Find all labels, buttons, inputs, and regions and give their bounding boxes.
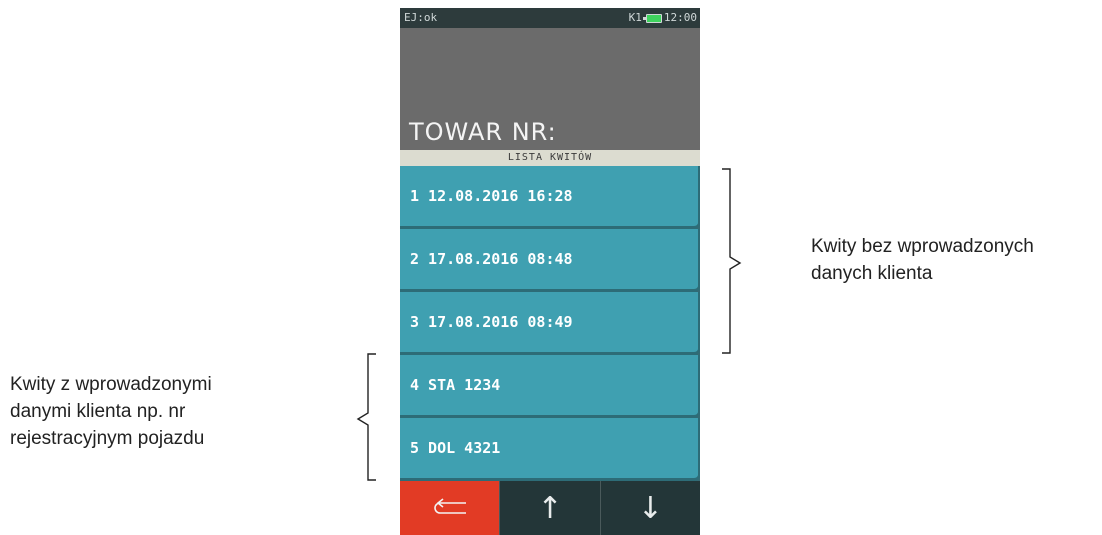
clock: 12:00: [663, 11, 697, 24]
keyboard-indicator: K1: [628, 11, 642, 24]
scroll-up-button[interactable]: ↑: [499, 481, 600, 535]
back-arrow-icon: [433, 498, 466, 514]
annotation-left: Kwity z wprowadzonymi danymi klienta np.…: [10, 371, 212, 452]
annotation-right-line2: danych klienta: [811, 263, 933, 284]
ej-status: EJ:ok: [404, 11, 438, 24]
annotation-right-line1: Kwity bez wprowadzonych: [811, 236, 1034, 257]
scroll-down-button[interactable]: ↓: [599, 481, 700, 535]
list-header: LISTA KWITÓW: [400, 150, 700, 166]
item-number-prompt: TOWAR NR:: [409, 118, 557, 146]
back-button[interactable]: [400, 481, 500, 535]
annotation-left-line2: danymi klienta np. nr: [10, 401, 186, 422]
annotation-right: Kwity bez wprowadzonych danych klienta: [811, 233, 1034, 287]
annotation-left-line1: Kwity z wprowadzonymi: [10, 374, 212, 395]
left-brace: [356, 353, 376, 481]
receipt-item-1[interactable]: 1 12.08.2016 16:28: [400, 166, 700, 229]
fiscal-device-screen: EJ:ok K1 12:00 TOWAR NR: LISTA KWITÓW 1 …: [400, 8, 700, 535]
annotation-left-line3: rejestracyjnym pojazdu: [10, 428, 205, 449]
receipt-item-2[interactable]: 2 17.08.2016 08:48: [400, 229, 700, 292]
receipt-item-4[interactable]: 4 STA 1234: [400, 355, 700, 418]
bottom-toolbar: ↑ ↓: [400, 481, 700, 535]
main-display: TOWAR NR:: [400, 28, 700, 150]
receipt-item-3[interactable]: 3 17.08.2016 08:49: [400, 292, 700, 355]
arrow-up-icon: ↑: [537, 490, 563, 526]
receipt-item-5[interactable]: 5 DOL 4321: [400, 418, 700, 481]
receipt-list: 1 12.08.2016 16:28 2 17.08.2016 08:48 3 …: [400, 166, 700, 481]
right-brace: [722, 168, 742, 354]
battery-icon: [642, 13, 662, 23]
arrow-down-icon: ↓: [637, 490, 663, 526]
status-bar: EJ:ok K1 12:00: [400, 8, 700, 28]
status-right: K1 12:00: [629, 8, 697, 28]
